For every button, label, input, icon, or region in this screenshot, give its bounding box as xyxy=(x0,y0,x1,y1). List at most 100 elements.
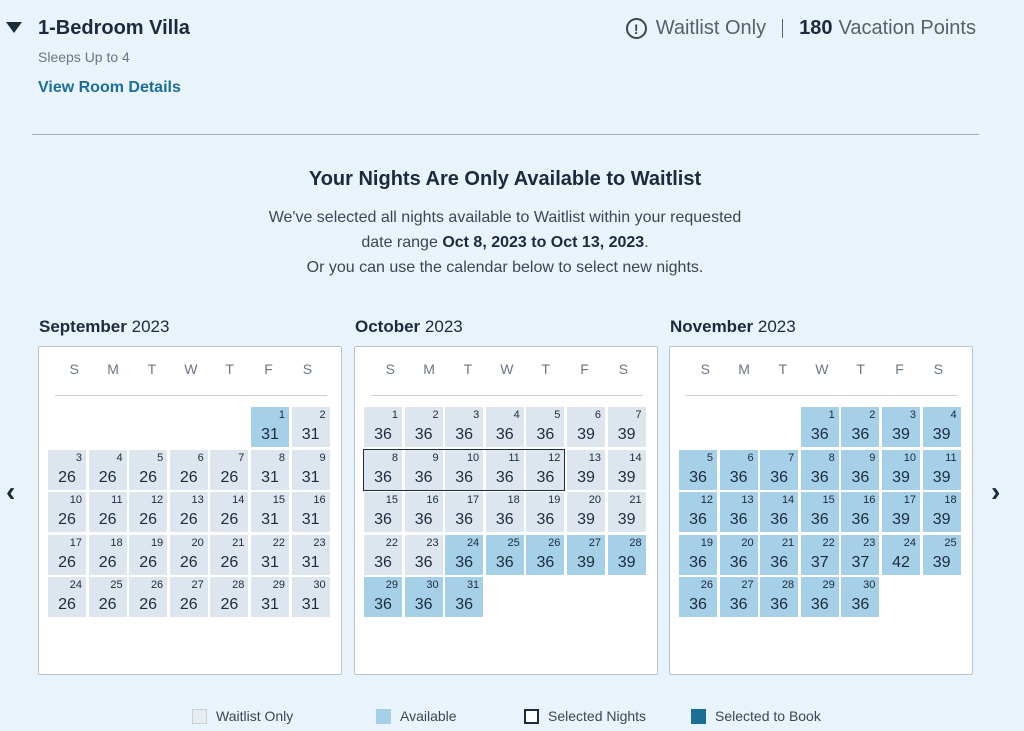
calendar-day[interactable]: 9 36 xyxy=(841,449,880,490)
calendar-day[interactable]: 9 36 xyxy=(404,449,443,490)
calendar-day[interactable]: 24 26 xyxy=(48,577,86,618)
calendar-day[interactable]: 3 26 xyxy=(48,449,86,490)
day-points: 36 xyxy=(689,511,707,529)
calendar-day[interactable]: 2 31 xyxy=(291,407,330,447)
chevron-right-icon[interactable]: › xyxy=(991,478,1000,506)
calendar-day[interactable]: 28 36 xyxy=(760,577,799,618)
calendar-day[interactable]: 5 26 xyxy=(129,449,168,490)
calendar-day[interactable]: 26 36 xyxy=(679,577,717,618)
calendar-day[interactable]: 26 26 xyxy=(129,577,168,618)
collapse-caret-icon[interactable] xyxy=(6,22,22,33)
calendar-day[interactable]: 23 36 xyxy=(404,534,443,575)
calendar-day[interactable]: 5 36 xyxy=(526,407,565,447)
calendar-day[interactable]: 12 26 xyxy=(129,492,168,533)
calendar-day[interactable]: 24 42 xyxy=(882,534,920,575)
calendar-day[interactable]: 13 39 xyxy=(567,449,605,490)
calendar-day[interactable]: 15 31 xyxy=(251,492,289,533)
calendar-day[interactable]: 27 36 xyxy=(719,577,758,618)
calendar-day[interactable]: 17 26 xyxy=(48,534,86,575)
month-year: 2023 xyxy=(757,317,796,336)
calendar-day[interactable]: 17 36 xyxy=(445,492,484,533)
calendar-day[interactable]: 17 39 xyxy=(882,492,920,533)
calendar-day[interactable]: 19 36 xyxy=(526,492,565,533)
calendar-day[interactable]: 22 36 xyxy=(364,534,402,575)
calendar-day[interactable]: 23 37 xyxy=(841,534,880,575)
chevron-left-icon[interactable]: ‹ xyxy=(6,478,15,506)
calendar-day[interactable]: 10 26 xyxy=(48,492,86,533)
calendar-day[interactable]: 30 36 xyxy=(404,577,443,618)
calendar-day[interactable]: 30 36 xyxy=(841,577,880,618)
calendar-day[interactable]: 16 36 xyxy=(841,492,880,533)
calendar-day[interactable]: 12 36 xyxy=(679,492,717,533)
calendar-day[interactable]: 6 36 xyxy=(719,449,758,490)
day-points: 26 xyxy=(179,511,198,529)
calendar-day[interactable]: 20 39 xyxy=(567,492,605,533)
calendar-day[interactable]: 31 36 xyxy=(445,577,484,618)
calendar-day[interactable]: 22 31 xyxy=(251,534,289,575)
calendar-day[interactable]: 5 36 xyxy=(679,449,717,490)
calendar-day[interactable]: 24 36 xyxy=(445,534,484,575)
calendar-day[interactable]: 21 39 xyxy=(607,492,646,533)
calendar-day[interactable]: 7 36 xyxy=(760,449,799,490)
calendar-day[interactable]: 15 36 xyxy=(364,492,402,533)
calendar-day[interactable]: 2 36 xyxy=(841,407,880,447)
calendar-day[interactable]: 8 36 xyxy=(364,449,402,490)
calendar-day[interactable]: 13 36 xyxy=(719,492,758,533)
calendar-day[interactable]: 8 31 xyxy=(251,449,289,490)
calendar-day[interactable]: 16 36 xyxy=(404,492,443,533)
calendar-day[interactable]: 2 36 xyxy=(404,407,443,447)
calendar-day[interactable]: 11 39 xyxy=(922,449,961,490)
calendar-day[interactable]: 6 26 xyxy=(169,449,208,490)
calendar-day[interactable]: 19 26 xyxy=(129,534,168,575)
calendar-day[interactable]: 8 36 xyxy=(800,449,839,490)
calendar-day[interactable]: 4 39 xyxy=(922,407,961,447)
calendar-day[interactable]: 29 36 xyxy=(800,577,839,618)
calendar-day[interactable]: 14 26 xyxy=(210,492,249,533)
view-room-details-link[interactable]: View Room Details xyxy=(38,79,181,97)
calendar-day[interactable]: 28 39 xyxy=(607,534,646,575)
calendar-day[interactable]: 11 36 xyxy=(485,449,524,490)
calendar-day[interactable]: 16 31 xyxy=(291,492,330,533)
calendar-day[interactable]: 26 36 xyxy=(526,534,565,575)
calendar-day[interactable]: 10 36 xyxy=(445,449,484,490)
calendar-day[interactable]: 4 36 xyxy=(485,407,524,447)
calendar-day[interactable]: 14 36 xyxy=(760,492,799,533)
calendar-day[interactable]: 12 36 xyxy=(526,449,565,490)
calendar-day[interactable]: 18 39 xyxy=(922,492,961,533)
calendar-day[interactable]: 25 26 xyxy=(88,577,127,618)
calendar-day[interactable]: 29 36 xyxy=(364,577,402,618)
calendar-day[interactable]: 27 26 xyxy=(169,577,208,618)
calendar-day[interactable]: 28 26 xyxy=(210,577,249,618)
calendar-day[interactable]: 13 26 xyxy=(169,492,208,533)
calendar-day[interactable]: 19 36 xyxy=(679,534,717,575)
calendar-day[interactable]: 7 39 xyxy=(607,407,646,447)
calendar-day[interactable]: 23 31 xyxy=(291,534,330,575)
calendar-day[interactable]: 3 36 xyxy=(445,407,484,447)
calendar-day[interactable]: 10 39 xyxy=(882,449,920,490)
calendar-day[interactable]: 4 26 xyxy=(88,449,127,490)
calendar-day[interactable]: 20 36 xyxy=(719,534,758,575)
calendar-day[interactable]: 1 31 xyxy=(251,407,289,447)
calendar-day[interactable]: 25 36 xyxy=(485,534,524,575)
calendar-day[interactable]: 21 26 xyxy=(210,534,249,575)
calendar-day[interactable]: 3 39 xyxy=(882,407,920,447)
room-title: 1-Bedroom Villa xyxy=(38,17,190,39)
calendar-day[interactable]: 20 26 xyxy=(169,534,208,575)
calendar-day[interactable]: 7 26 xyxy=(210,449,249,490)
calendar-day[interactable]: 27 39 xyxy=(567,534,605,575)
calendar-day[interactable]: 29 31 xyxy=(251,577,289,618)
calendar-day[interactable]: 30 31 xyxy=(291,577,330,618)
calendar-day[interactable]: 25 39 xyxy=(922,534,961,575)
weekday-header: SMTWTFS xyxy=(686,361,958,377)
calendar-day[interactable]: 21 36 xyxy=(760,534,799,575)
calendar-day[interactable]: 18 36 xyxy=(485,492,524,533)
calendar-day[interactable]: 1 36 xyxy=(364,407,402,447)
calendar-day[interactable]: 18 26 xyxy=(88,534,127,575)
calendar-day[interactable]: 9 31 xyxy=(291,449,330,490)
calendar-day[interactable]: 11 26 xyxy=(88,492,127,533)
calendar-day[interactable]: 1 36 xyxy=(800,407,839,447)
calendar-day[interactable]: 6 39 xyxy=(567,407,605,447)
calendar-day[interactable]: 15 36 xyxy=(800,492,839,533)
calendar-day[interactable]: 14 39 xyxy=(607,449,646,490)
calendar-day[interactable]: 22 37 xyxy=(800,534,839,575)
